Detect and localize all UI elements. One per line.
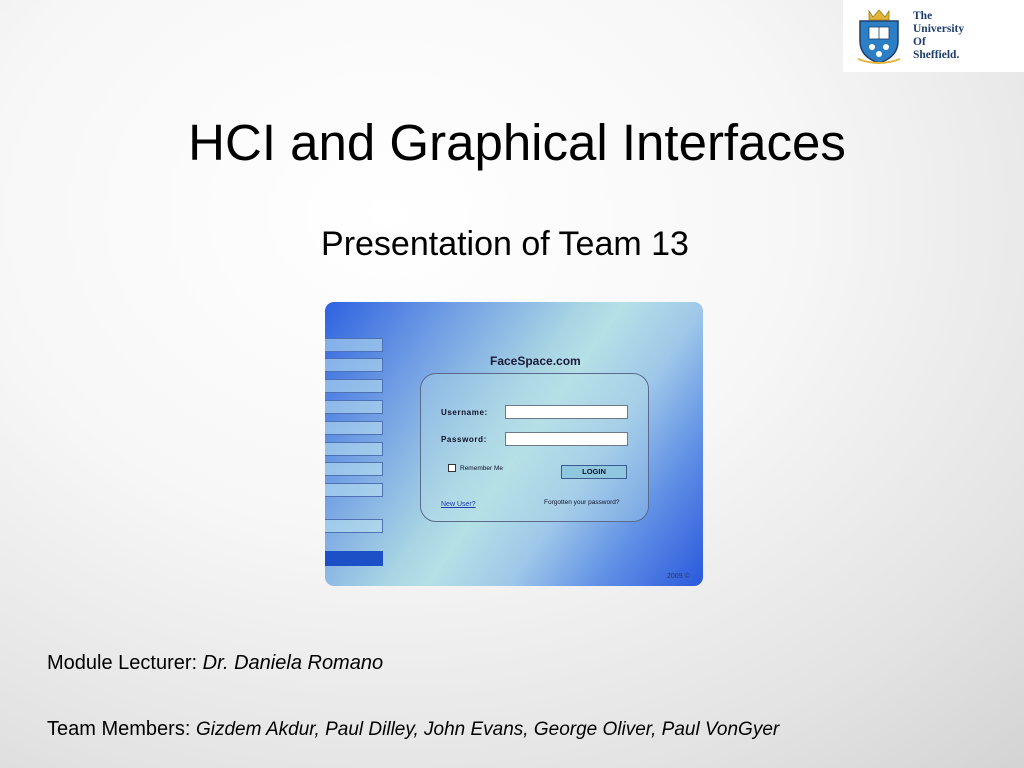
logo-line-1: The [913, 10, 933, 22]
university-logo: The University Of Sheffield. [843, 0, 1024, 72]
checkbox-icon [448, 464, 456, 472]
lecturer-label: Module Lecturer: [47, 652, 198, 674]
team-members: Team Members: Gizdem Akdur, Paul Dilley,… [47, 718, 779, 741]
remember-me: Remember Me [448, 464, 503, 472]
logo-line-2: University [913, 23, 965, 35]
sidebar-field [325, 400, 383, 414]
sidebar-field [325, 519, 383, 533]
copyright: 2009 © [667, 573, 690, 580]
sidebar-field [325, 358, 383, 372]
username-label: Username: [441, 408, 488, 417]
sidebar-field [325, 442, 383, 456]
team-label: Team Members: [47, 718, 191, 740]
password-label: Password: [441, 435, 487, 444]
sidebar-field [325, 483, 383, 497]
forgot-password-link: Forgotten your password? [544, 499, 620, 506]
login-screenshot: FaceSpace.com Username: Password: Rememb… [325, 302, 703, 586]
site-title: FaceSpace.com [490, 354, 581, 368]
logo-line-4: Sheffield. [913, 49, 960, 61]
team-names: Gizdem Akdur, Paul Dilley, John Evans, G… [195, 719, 780, 740]
sidebar-field [325, 379, 383, 393]
lecturer-name: Dr. Daniela Romano [202, 652, 384, 674]
username-field [505, 405, 628, 419]
sidebar-field [325, 421, 383, 435]
login-button: LOGIN [561, 465, 627, 479]
university-crest-icon [857, 9, 901, 64]
slide-subtitle: Presentation of Team 13 [321, 225, 689, 263]
module-lecturer: Module Lecturer: Dr. Daniela Romano [47, 652, 383, 675]
logo-line-3: Of [913, 36, 926, 48]
slide-title: HCI and Graphical Interfaces [188, 114, 846, 171]
logo-wordmark: The University Of Sheffield. [913, 10, 964, 62]
new-user-link: New User? [441, 501, 476, 508]
password-field [505, 432, 628, 446]
remember-me-label: Remember Me [460, 464, 503, 472]
sidebar-bar [325, 551, 383, 566]
sidebar-field [325, 462, 383, 476]
sidebar-field [325, 338, 383, 352]
